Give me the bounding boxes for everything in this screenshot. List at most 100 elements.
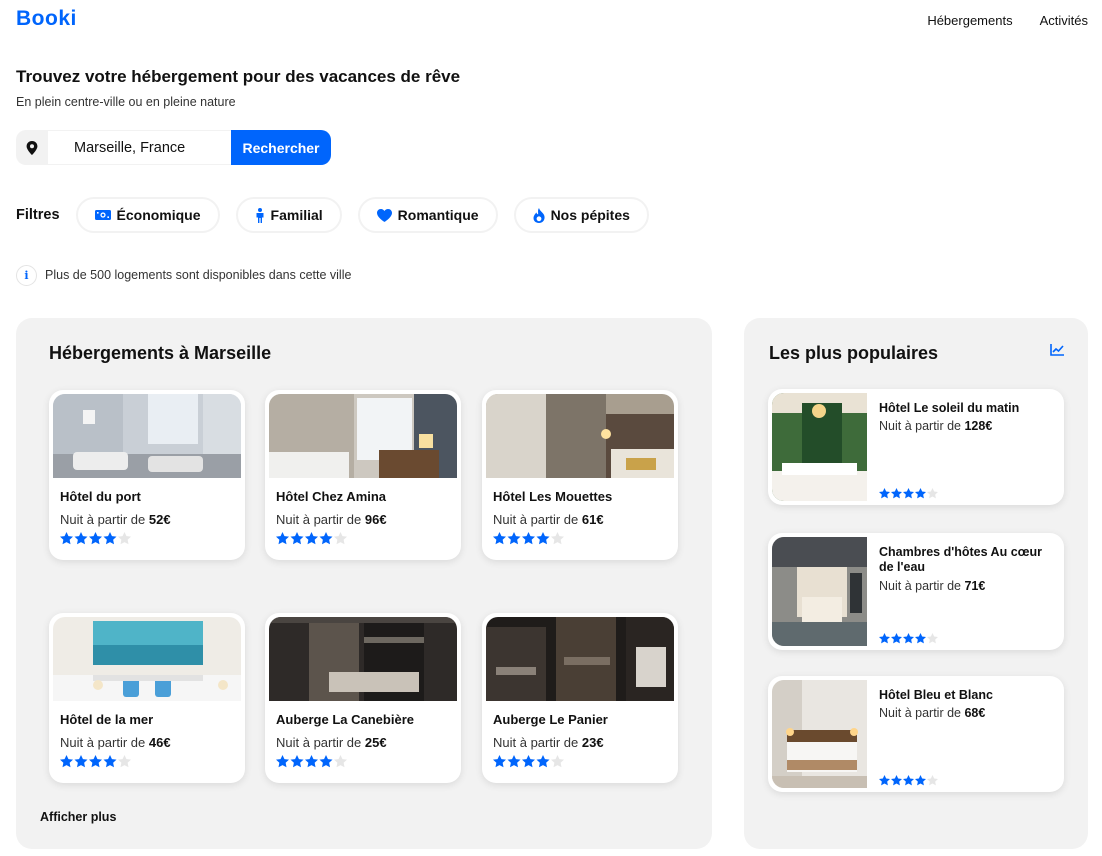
star-filled-icon	[276, 532, 289, 545]
price-prefix: Nuit à partir de	[879, 419, 961, 433]
price-value: 46	[148, 735, 164, 750]
hotel-name: Hôtel Le soleil du matin	[879, 401, 1020, 415]
star-filled-icon	[522, 755, 535, 768]
filter-pepites[interactable]: Nos pépites	[513, 197, 649, 233]
stars-svg	[879, 775, 938, 786]
rating-stars	[276, 755, 347, 768]
hotel-price: Nuit à partir de 96€	[276, 512, 387, 527]
price-prefix: Nuit à partir de	[276, 512, 362, 527]
hotel-photo	[53, 394, 241, 478]
star-filled-icon	[305, 532, 318, 545]
nav-item-activites[interactable]: Activités	[1040, 13, 1088, 28]
price-currency: €	[163, 735, 171, 750]
price-prefix: Nuit à partir de	[879, 706, 961, 720]
star-filled-icon	[915, 775, 926, 786]
price-currency: €	[596, 735, 604, 750]
star-filled-icon	[903, 488, 914, 499]
price-prefix: Nuit à partir de	[276, 735, 362, 750]
star-empty-icon	[118, 532, 131, 545]
price-value: 71	[964, 579, 979, 593]
rating-stars	[60, 755, 131, 768]
star-filled-icon	[915, 488, 926, 499]
hotel-price: Nuit à partir de 61€	[493, 512, 604, 527]
filter-familial[interactable]: Familial	[235, 197, 342, 233]
star-filled-icon	[103, 532, 117, 545]
price-prefix: Nuit à partir de	[879, 579, 961, 593]
fire-icon	[533, 207, 545, 223]
hotel-name: Auberge La Canebière	[276, 712, 414, 727]
stars-svg	[493, 532, 564, 545]
hotel-photo	[772, 537, 867, 646]
section-title: Hébergements à Marseille	[49, 343, 272, 363]
hotel-photo	[269, 394, 457, 478]
populaires-section: Les plus populaires Hôtel Le soleil du m…	[744, 318, 1088, 849]
stars-svg	[276, 755, 347, 768]
star-filled-icon	[305, 755, 318, 768]
star-filled-icon	[276, 755, 289, 768]
price-currency: €	[978, 579, 986, 593]
star-empty-icon	[118, 755, 131, 768]
price-currency: €	[163, 512, 171, 527]
star-empty-icon	[927, 633, 938, 644]
search-button[interactable]: Rechercher	[231, 130, 331, 165]
price-currency: €	[985, 419, 993, 433]
price-prefix: Nuit à partir de	[60, 512, 146, 527]
hotel-photo	[53, 617, 241, 701]
star-empty-icon	[927, 488, 938, 499]
price-currency: €	[978, 706, 986, 720]
star-filled-icon	[903, 633, 914, 644]
popular-card[interactable]: Hôtel Bleu et Blanc Nuit à partir de 68€	[768, 676, 1064, 792]
hotel-name: Hôtel du port	[60, 489, 141, 504]
filter-romantique[interactable]: Romantique	[357, 197, 498, 233]
hotel-photo	[486, 394, 674, 478]
popular-card[interactable]: Hôtel Le soleil du matin Nuit à partir d…	[768, 389, 1064, 505]
info-icon: i	[16, 264, 37, 286]
star-filled-icon	[507, 532, 521, 545]
popular-card[interactable]: Chambres d'hôtes Au cœur de l'eau Nuit à…	[768, 533, 1064, 650]
nav-item-hebergements[interactable]: Hébergements	[927, 13, 1012, 28]
logo[interactable]: Booki	[16, 7, 77, 31]
filter-label: Nos pépites	[550, 207, 630, 223]
person-icon	[255, 207, 265, 223]
chart-line-icon	[1050, 344, 1064, 356]
hotel-price: Nuit à partir de 128€	[879, 419, 992, 433]
price-currency: €	[596, 512, 604, 527]
hotel-card[interactable]: Auberge La Canebière Nuit à partir de 25…	[265, 613, 461, 783]
page-title: Trouvez votre hébergement pour des vacan…	[16, 67, 461, 86]
hotel-price: Nuit à partir de 46€	[60, 735, 171, 750]
hotel-card[interactable]: Auberge Le Panier Nuit à partir de 23€	[482, 613, 678, 783]
hotel-name: Chambres d'hôtes Au cœur de l'eau	[879, 545, 1042, 574]
filters: Filtres Économique Familial Romantique N…	[16, 197, 665, 233]
hotel-name: Hôtel de la mer	[60, 712, 154, 727]
location-pin-icon	[16, 130, 48, 165]
star-filled-icon	[290, 755, 304, 768]
hebergements-section: Hébergements à Marseille Hôtel du port N…	[16, 318, 712, 849]
hotel-photo	[772, 393, 867, 501]
price-value: 68	[964, 706, 979, 720]
star-filled-icon	[89, 532, 102, 545]
star-filled-icon	[74, 532, 88, 545]
star-filled-icon	[290, 532, 304, 545]
filter-economique[interactable]: Économique	[75, 197, 220, 233]
rating-stars	[276, 532, 347, 545]
show-more-link[interactable]: Afficher plus	[40, 810, 116, 824]
star-filled-icon	[903, 775, 914, 786]
hotel-card[interactable]: Hôtel de la mer Nuit à partir de 46€	[49, 613, 245, 783]
price-currency: €	[379, 735, 387, 750]
rating-stars	[493, 532, 564, 545]
star-empty-icon	[334, 532, 347, 545]
rating-stars	[879, 488, 938, 499]
hotel-card[interactable]: Hôtel Chez Amina Nuit à partir de 96€	[265, 390, 461, 560]
star-empty-icon	[551, 532, 564, 545]
star-filled-icon	[60, 532, 73, 545]
hotel-card[interactable]: Hôtel du port Nuit à partir de 52€	[49, 390, 245, 560]
stars-svg	[60, 532, 131, 545]
search-input[interactable]	[48, 130, 231, 165]
star-filled-icon	[891, 488, 902, 499]
price-prefix: Nuit à partir de	[60, 735, 146, 750]
hotel-card[interactable]: Hôtel Les Mouettes Nuit à partir de 61€	[482, 390, 678, 560]
stars-svg	[493, 755, 564, 768]
page-subtitle: En plein centre-ville ou en pleine natur…	[16, 95, 236, 109]
header: Booki Hébergements Activités	[0, 0, 1102, 40]
star-filled-icon	[891, 775, 902, 786]
